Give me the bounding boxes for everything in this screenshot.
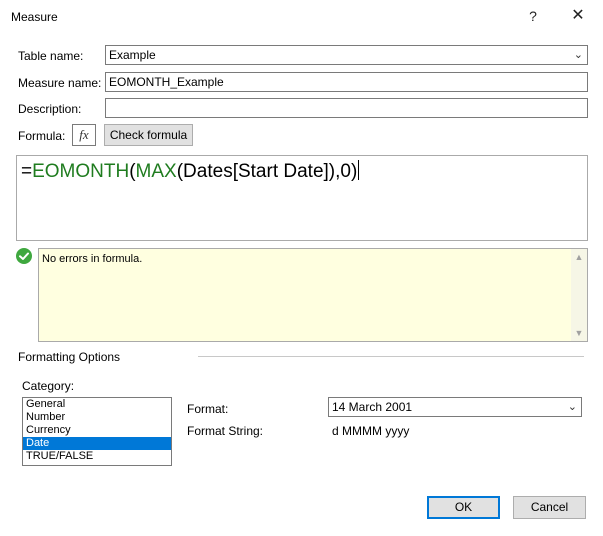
formula-editor[interactable]: =EOMONTH(MAX(Dates[Start Date]),0) [16, 155, 588, 241]
formula-text: =EOMONTH(MAX(Dates[Start Date]),0) [21, 160, 360, 183]
category-item-currency[interactable]: Currency [23, 424, 171, 437]
section-divider [198, 356, 584, 357]
category-item-true-false[interactable]: TRUE/FALSE [23, 450, 171, 463]
function-wizard-button[interactable]: fx [72, 124, 96, 146]
validation-message: No errors in formula. [42, 253, 143, 265]
format-string-value: d MMMM yyyy [332, 424, 410, 438]
format-label: Format: [187, 402, 229, 416]
formula-arguments: (Dates[Start Date]),0) [176, 161, 358, 182]
table-name-label: Table name: [18, 49, 84, 63]
format-combobox[interactable]: 14 March 2001 ⌄ [328, 397, 582, 417]
text-caret [358, 160, 360, 180]
formula-function-max: MAX [135, 161, 177, 182]
chevron-down-icon[interactable]: ⌄ [568, 398, 577, 416]
measure-name-input[interactable]: EOMONTH_Example [105, 72, 588, 92]
fx-icon: fx [79, 127, 89, 142]
description-label: Description: [18, 102, 82, 116]
table-name-combobox[interactable]: Example ⌄ [105, 45, 588, 65]
description-input[interactable] [105, 98, 588, 118]
category-label: Category: [22, 379, 75, 393]
category-item-general[interactable]: General [23, 398, 171, 411]
validation-message-box[interactable]: No errors in formula. ▲ ▼ [38, 248, 588, 342]
formula-function-eomonth: EOMONTH [32, 161, 130, 182]
table-name-value: Example [109, 48, 156, 62]
category-item-number[interactable]: Number [23, 411, 171, 424]
scroll-down-icon[interactable]: ▼ [571, 325, 587, 341]
category-item-date[interactable]: Date [23, 437, 171, 450]
format-string-label: Format String: [187, 424, 264, 438]
dialog-title: Measure [11, 10, 58, 24]
measure-name-label: Measure name: [18, 76, 102, 90]
check-circle-icon [16, 248, 32, 264]
formatting-options-heading: Formatting Options [18, 350, 121, 364]
category-listbox[interactable]: General Number Currency Date TRUE/FALSE [22, 397, 172, 466]
cancel-button[interactable]: Cancel [513, 496, 586, 519]
message-scrollbar[interactable]: ▲ ▼ [571, 249, 587, 341]
help-button[interactable]: ? [520, 4, 546, 28]
formula-equals: = [21, 161, 33, 182]
check-formula-button[interactable]: Check formula [104, 124, 193, 146]
format-value: 14 March 2001 [332, 400, 413, 414]
close-button[interactable]: ✕ [564, 4, 592, 28]
ok-button[interactable]: OK [427, 496, 500, 519]
scroll-up-icon[interactable]: ▲ [571, 249, 587, 265]
formula-label: Formula: [18, 129, 66, 143]
chevron-down-icon[interactable]: ⌄ [574, 46, 583, 64]
